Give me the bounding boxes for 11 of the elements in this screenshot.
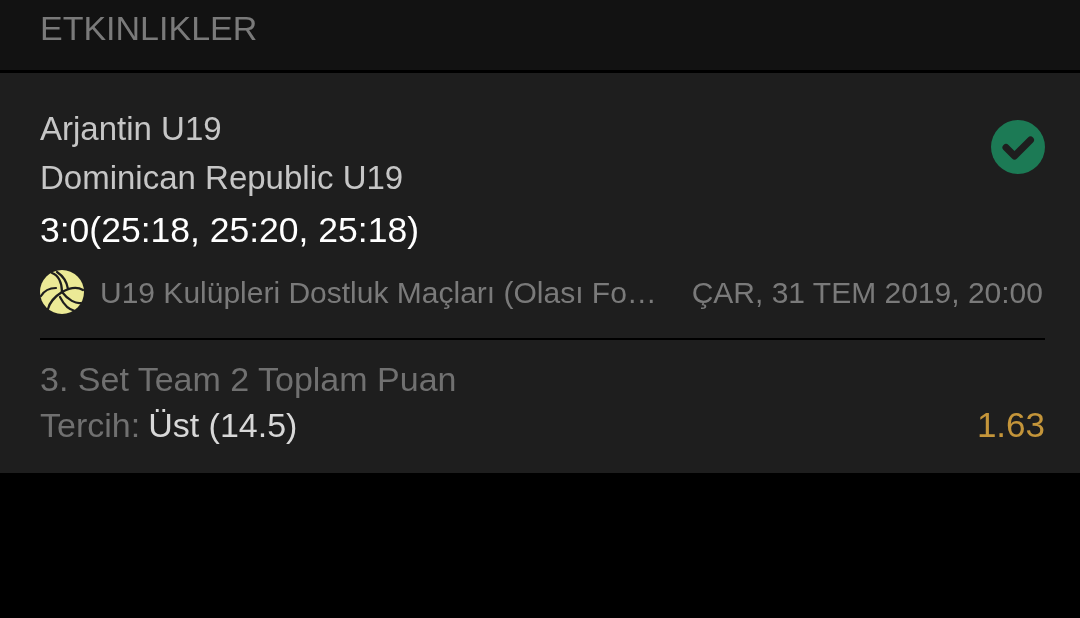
selection-label: Tercih:	[40, 405, 141, 446]
odds-value: 1.63	[976, 404, 1045, 446]
section-title: ETKINLIKLER	[40, 8, 258, 49]
league-name: U19 Kulüpleri Dostluk Maçları (Olası Fo…	[100, 274, 657, 311]
team-name: Dominican Republic U19	[40, 158, 404, 198]
volleyball-icon	[40, 270, 84, 314]
team-name: Arjantin U19	[40, 109, 223, 149]
match-date: ÇAR, 31 TEM 2019, 20:00	[691, 274, 1043, 311]
match-score: 3:0(25:18, 25:20, 25:18)	[40, 209, 420, 252]
selection-value: Üst (14.5)	[148, 405, 298, 446]
market-name: 3. Set Team 2 Toplam Puan	[40, 359, 458, 400]
